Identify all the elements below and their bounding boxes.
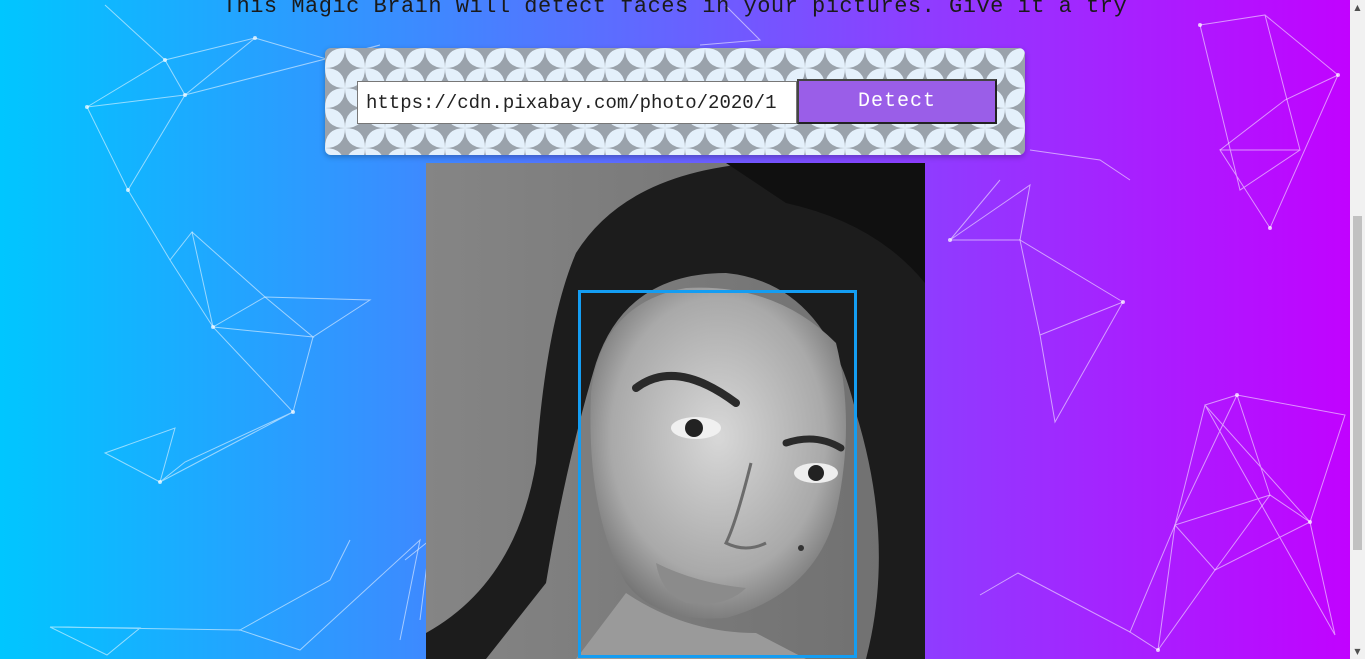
- image-url-input[interactable]: [357, 81, 797, 124]
- image-link-form: Detect: [325, 48, 1025, 155]
- face-bounding-box: [578, 290, 857, 658]
- scroll-down-icon[interactable]: ▼: [1350, 644, 1365, 659]
- portrait-photo: [426, 163, 925, 659]
- scroll-thumb[interactable]: [1353, 216, 1362, 550]
- scroll-up-icon[interactable]: ▲: [1350, 0, 1365, 15]
- vertical-scrollbar[interactable]: ▲ ▼: [1350, 0, 1365, 659]
- page-headline: This Magic Brain will detect faces in yo…: [222, 0, 1128, 19]
- detect-button[interactable]: Detect: [797, 79, 997, 124]
